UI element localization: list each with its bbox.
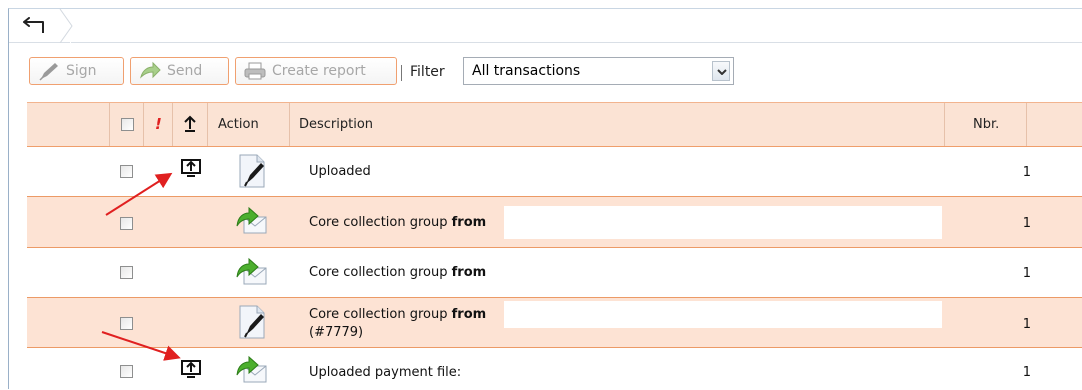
table-row[interactable]: Uploaded payment file: 1 (27, 348, 1082, 390)
row-description-text: Core collection group (309, 265, 452, 280)
sign-button[interactable]: Sign (29, 57, 124, 85)
redaction-block (504, 206, 942, 239)
filter-select[interactable]: All transactions (463, 57, 734, 85)
header-select-all-cell (109, 103, 143, 146)
send-envelope-icon[interactable] (235, 353, 269, 387)
header-description-label: Description (299, 117, 374, 132)
row-description: Uploaded payment file: (309, 365, 461, 380)
upload-arrow-icon (184, 115, 196, 132)
header-action-cell[interactable]: Action (207, 103, 289, 146)
row-description-text: Uploaded (309, 164, 371, 179)
row-nbr: 1 (1022, 317, 1031, 332)
row-nbr: 1 (1022, 216, 1031, 231)
row-checkbox[interactable] (120, 266, 133, 279)
filter-label: Filter (410, 64, 445, 80)
header-priority-cell[interactable]: ! (143, 103, 172, 146)
create-report-button-label: Create report (272, 63, 366, 79)
send-envelope-icon[interactable] (235, 255, 269, 289)
select-all-checkbox[interactable] (121, 118, 134, 131)
priority-exclamation-icon: ! (155, 115, 162, 133)
header-description-cell[interactable]: Description (289, 103, 944, 146)
row-description: Core collection group from (309, 265, 486, 280)
header-extra-cell (1026, 103, 1082, 146)
header-nbr-cell[interactable]: Nbr. (944, 103, 1026, 146)
row-description: Uploaded (309, 164, 371, 179)
back-arrow-icon (23, 17, 44, 33)
row-checkbox[interactable] (120, 317, 133, 330)
row-description: Core collection group from (309, 215, 486, 230)
header-action-label: Action (218, 117, 259, 132)
row-description-text: Core collection group (309, 215, 452, 230)
create-report-button[interactable]: Create report (235, 57, 397, 85)
uploaded-icon (181, 159, 201, 177)
breadcrumb-bar (9, 9, 1082, 43)
table-row[interactable]: Uploaded 1 (27, 147, 1082, 197)
filter-select-value: All transactions (472, 63, 581, 79)
row-description-text: Uploaded payment file: (309, 365, 462, 380)
filter-dropdown-button[interactable] (712, 61, 730, 81)
redaction-block (504, 301, 942, 328)
printer-icon (244, 62, 266, 80)
row-description-bold: from (451, 265, 487, 280)
send-button[interactable]: Send (130, 57, 229, 85)
pen-icon (39, 63, 58, 81)
header-upload-cell[interactable] (172, 103, 207, 146)
row-description-text: Core collection group (309, 307, 452, 322)
row-description-bold: from (451, 307, 487, 322)
document-pen-icon[interactable] (237, 153, 267, 189)
row-checkbox[interactable] (120, 365, 133, 378)
document-pen-icon[interactable] (237, 304, 267, 340)
table-row[interactable]: Core collection group from 1 (27, 248, 1082, 298)
header-nbr-label: Nbr. (973, 117, 1000, 132)
send-arrow-icon (140, 61, 161, 79)
table-row[interactable]: Core collection group from 1 (27, 197, 1082, 248)
toolbar-separator (401, 65, 402, 81)
row-checkbox[interactable] (120, 165, 133, 178)
sign-button-label: Sign (66, 63, 97, 79)
row-checkbox[interactable] (120, 217, 133, 230)
breadcrumb-chevron-icon (59, 9, 73, 43)
row-nbr: 1 (1022, 365, 1031, 380)
toolbar: Sign Send Create report Filter All trans… (9, 55, 1082, 89)
row-description-bold: from (451, 215, 487, 230)
send-button-label: Send (167, 63, 203, 79)
send-envelope-icon[interactable] (235, 204, 269, 238)
row-description-line2: (#7779) (309, 325, 364, 340)
table-header: ! Action Description Nbr. (27, 102, 1082, 147)
row-description: Core collection group from (309, 307, 486, 322)
row-nbr: 1 (1022, 266, 1031, 281)
app-frame: Sign Send Create report Filter All trans… (8, 8, 1082, 390)
table-row[interactable]: Core collection group from (#7779) 1 (27, 298, 1082, 348)
chevron-down-icon (717, 69, 727, 75)
row-nbr: 1 (1022, 165, 1031, 180)
uploaded-icon (181, 360, 201, 378)
